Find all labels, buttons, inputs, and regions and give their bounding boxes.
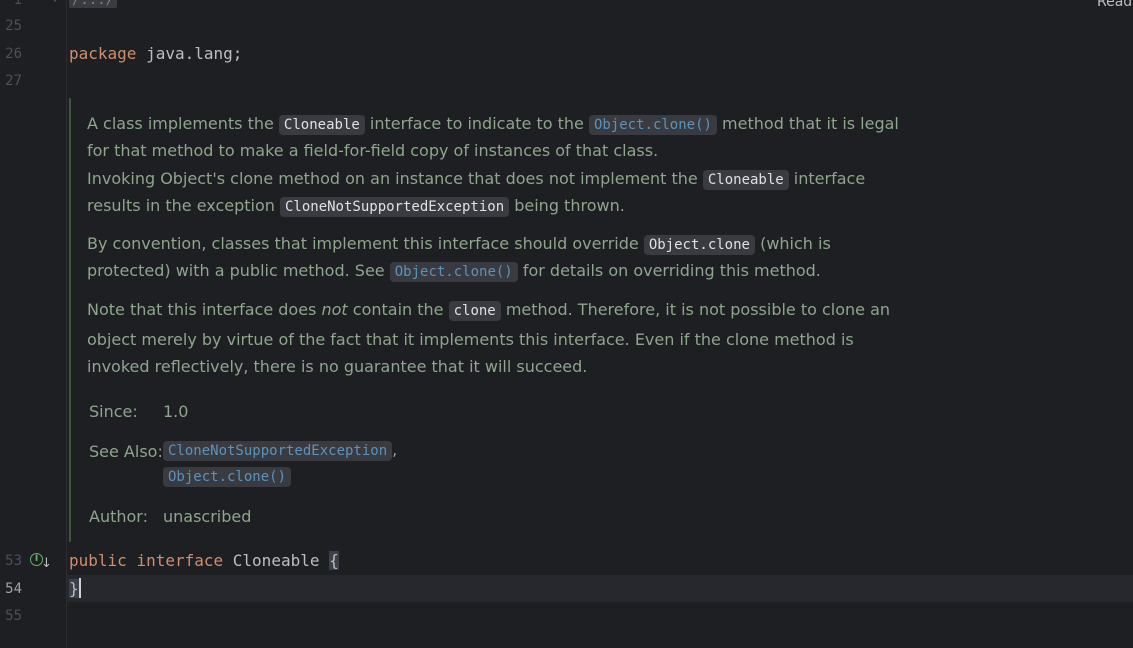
see-also-second: Object.clone() — [163, 466, 292, 487]
javadoc-paragraph: Note that this interface does not contai… — [87, 296, 899, 381]
code-cloneable: Cloneable — [702, 170, 789, 190]
line-number: 27 — [5, 73, 22, 89]
line-number: 53 — [5, 553, 22, 569]
author-value: unascribed — [163, 507, 252, 526]
navigate-down-arrow-icon[interactable]: ↓ — [41, 556, 52, 571]
link-clone-not-supported-exception[interactable]: CloneNotSupportedException — [163, 441, 393, 461]
javadoc-paragraph: A class implements the Cloneable interfa… — [87, 111, 899, 164]
line-number: 1 — [13, 0, 22, 8]
code-clone: clone — [448, 301, 501, 321]
folded-header-comment[interactable]: /.../ — [69, 0, 118, 8]
reader-mode-button[interactable]: Read — [1097, 0, 1132, 10]
javadoc-bar — [69, 98, 71, 542]
see-also-first: CloneNotSupportedException, — [163, 440, 398, 461]
interface-declaration[interactable]: public interface Cloneable { — [69, 551, 339, 570]
line-number: 55 — [5, 608, 22, 624]
doc-emphasis: not — [321, 300, 348, 319]
since-label: Since: — [89, 402, 138, 421]
javadoc-paragraph: By convention, classes that implement th… — [87, 231, 899, 285]
close-brace: } — [69, 579, 79, 598]
keyword-package: package — [69, 44, 137, 63]
link-object-clone[interactable]: Object.clone() — [163, 467, 292, 487]
doc-text: A class implements the — [87, 114, 279, 133]
javadoc-paragraph: Invoking Object's clone method on an ins… — [87, 166, 899, 220]
code-cloneable: Cloneable — [278, 115, 365, 135]
code-object-clone: Object.clone — [643, 235, 755, 255]
rendered-javadoc[interactable]: A class implements the Cloneable interfa… — [69, 98, 909, 542]
text-caret — [78, 578, 81, 598]
keyword-public: public — [69, 551, 127, 570]
fold-expand-icon[interactable]: › — [53, 0, 58, 6]
closing-brace-line[interactable]: } — [69, 578, 81, 598]
doc-text: for details on overriding this method. — [517, 261, 821, 280]
package-declaration[interactable]: package java.lang; — [69, 44, 242, 63]
line-number: 26 — [5, 46, 22, 62]
doc-text: contain the — [347, 300, 449, 319]
keyword-interface: interface — [136, 551, 224, 570]
since-value: 1.0 — [163, 402, 189, 421]
doc-text: Invoking Object's clone method on an ins… — [87, 169, 703, 188]
author-label: Author: — [89, 507, 148, 526]
gutter-divider — [66, 0, 67, 648]
code-clone-not-supported-exception: CloneNotSupportedException — [279, 197, 510, 217]
doc-text: being thrown. — [509, 196, 625, 215]
line-number-current: 54 — [5, 581, 22, 597]
line-number: 25 — [5, 18, 22, 34]
link-object-clone[interactable]: Object.clone() — [588, 115, 717, 135]
see-also-label: See Also: — [89, 442, 163, 461]
doc-text: Note that this interface does — [87, 300, 322, 319]
see-also-separator: , — [392, 440, 398, 459]
doc-text: By convention, classes that implement th… — [87, 234, 644, 253]
open-brace: { — [329, 551, 339, 570]
interface-name: Cloneable — [232, 551, 320, 570]
doc-text: interface to indicate to the — [364, 114, 589, 133]
link-object-clone[interactable]: Object.clone() — [389, 262, 518, 282]
code-editor[interactable]: 1 › /.../ Read 25 26 package java.lang; … — [0, 0, 1133, 648]
current-line-highlight — [67, 575, 1133, 602]
package-name: java.lang; — [136, 44, 243, 63]
